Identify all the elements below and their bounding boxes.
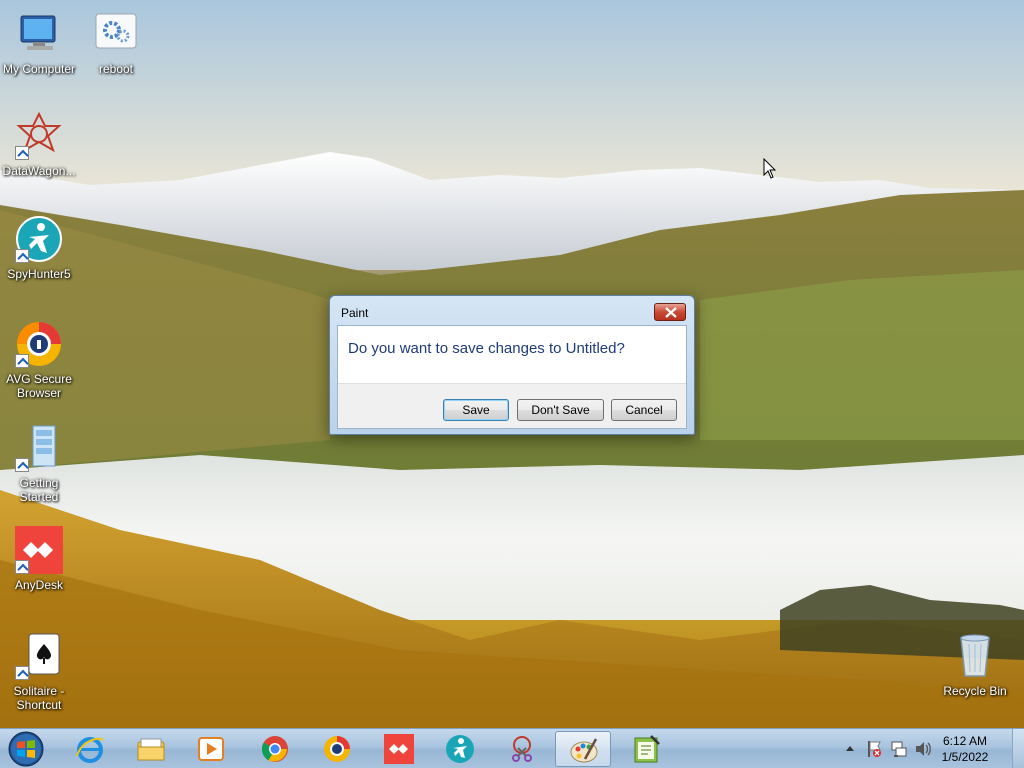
shortcut-arrow-icon bbox=[15, 560, 29, 574]
desktop-icon-label: Solitaire - Shortcut bbox=[13, 684, 65, 712]
dialog-message: Do you want to save changes to Untitled? bbox=[348, 340, 625, 357]
desktop-icon-anydesk[interactable]: AnyDesk bbox=[0, 526, 78, 592]
taskbar-chrome[interactable] bbox=[247, 731, 303, 767]
avg-browser-icon bbox=[15, 320, 63, 368]
anydesk-icon bbox=[384, 734, 414, 764]
desktop-icon-spyhunter[interactable]: SpyHunter5 bbox=[0, 215, 78, 281]
desktop-icon-datawagon[interactable]: DataWagon... bbox=[0, 111, 78, 178]
save-button[interactable]: Save bbox=[443, 399, 509, 421]
getting-started-icon bbox=[15, 424, 63, 472]
desktop-icon-label: DataWagon... bbox=[2, 164, 76, 178]
taskbar-file-explorer[interactable] bbox=[123, 731, 179, 767]
desktop-icon-recycle-bin[interactable]: Recycle Bin bbox=[936, 632, 1014, 698]
desktop-icon-solitaire[interactable]: Solitaire - Shortcut bbox=[0, 632, 78, 712]
notepad-plus-icon bbox=[634, 735, 660, 763]
desktop-icon-label: AVG Secure Browser bbox=[6, 372, 72, 400]
taskbar: 6:12 AM 1/5/2022 bbox=[0, 728, 1024, 768]
desktop-icon-reboot[interactable]: reboot bbox=[77, 10, 155, 76]
paint-icon bbox=[570, 738, 598, 763]
desktop-icon-my-computer[interactable]: My Computer bbox=[0, 10, 78, 76]
taskbar-snipping-tool[interactable] bbox=[494, 731, 550, 767]
dialog-title: Paint bbox=[341, 306, 369, 320]
desktop-icon-label: Recycle Bin bbox=[943, 684, 1007, 698]
taskbar-media-player[interactable] bbox=[183, 731, 239, 767]
spyhunter-icon bbox=[15, 215, 63, 263]
start-button[interactable] bbox=[4, 730, 48, 768]
shortcut-arrow-icon bbox=[15, 354, 29, 368]
chrome-icon bbox=[261, 736, 288, 762]
clock-date: 1/5/2022 bbox=[941, 750, 989, 764]
dont-save-button[interactable]: Don't Save bbox=[517, 399, 604, 421]
desktop-icon-label: AnyDesk bbox=[14, 578, 64, 592]
computer-icon bbox=[15, 10, 63, 58]
taskbar-paint[interactable] bbox=[555, 731, 611, 767]
taskbar-avg-browser[interactable] bbox=[309, 731, 365, 767]
dialog-button-bar: Save Don't Save Cancel bbox=[338, 383, 686, 428]
taskbar-anydesk[interactable] bbox=[371, 731, 427, 767]
avg-browser-icon bbox=[324, 736, 350, 762]
desktop-icon-label: Getting Started bbox=[19, 476, 59, 504]
dialog-titlebar[interactable]: Paint bbox=[330, 296, 694, 326]
anydesk-icon bbox=[15, 526, 63, 574]
close-button[interactable] bbox=[654, 303, 686, 321]
network-icon[interactable] bbox=[890, 740, 908, 758]
desktop-icon-getting-started[interactable]: Getting Started bbox=[0, 424, 78, 504]
media-player-icon bbox=[198, 737, 224, 761]
desktop-icon-label: My Computer bbox=[2, 62, 76, 76]
datawagon-icon bbox=[15, 111, 63, 160]
action-center-flag-icon[interactable] bbox=[866, 740, 882, 758]
spyhunter-icon bbox=[446, 735, 474, 763]
shortcut-arrow-icon bbox=[15, 249, 29, 263]
shortcut-arrow-icon bbox=[15, 666, 29, 680]
show-desktop-button[interactable] bbox=[1012, 729, 1024, 768]
save-changes-dialog: Paint Do you want to save changes to Unt… bbox=[329, 295, 695, 435]
clock-time: 6:12 AM bbox=[942, 734, 988, 748]
taskbar-spyhunter[interactable] bbox=[432, 731, 488, 767]
desktop-icon-label: SpyHunter5 bbox=[7, 267, 71, 281]
shortcut-arrow-icon bbox=[15, 458, 29, 472]
mouse-cursor-icon bbox=[763, 158, 777, 179]
taskbar-internet-explorer[interactable] bbox=[62, 731, 118, 767]
start-orb-icon bbox=[8, 731, 44, 767]
show-hidden-icons-chevron-icon[interactable] bbox=[845, 744, 855, 752]
gear-icon bbox=[92, 10, 140, 58]
snipping-tool-icon bbox=[512, 736, 532, 762]
dialog-body: Do you want to save changes to Untitled?… bbox=[337, 325, 687, 429]
internet-explorer-icon bbox=[76, 737, 104, 763]
cancel-button[interactable]: Cancel bbox=[611, 399, 677, 421]
desktop-icon-avg-browser[interactable]: AVG Secure Browser bbox=[0, 320, 78, 400]
taskbar-notepad-plus[interactable] bbox=[618, 731, 674, 767]
recycle-bin-icon bbox=[951, 632, 999, 680]
shortcut-arrow-icon bbox=[15, 146, 29, 160]
clock[interactable]: 6:12 AM 1/5/2022 bbox=[930, 733, 1000, 765]
desktop-icon-label: reboot bbox=[98, 62, 134, 76]
solitaire-icon bbox=[15, 632, 63, 680]
close-icon bbox=[665, 307, 677, 318]
file-explorer-icon bbox=[137, 738, 165, 761]
